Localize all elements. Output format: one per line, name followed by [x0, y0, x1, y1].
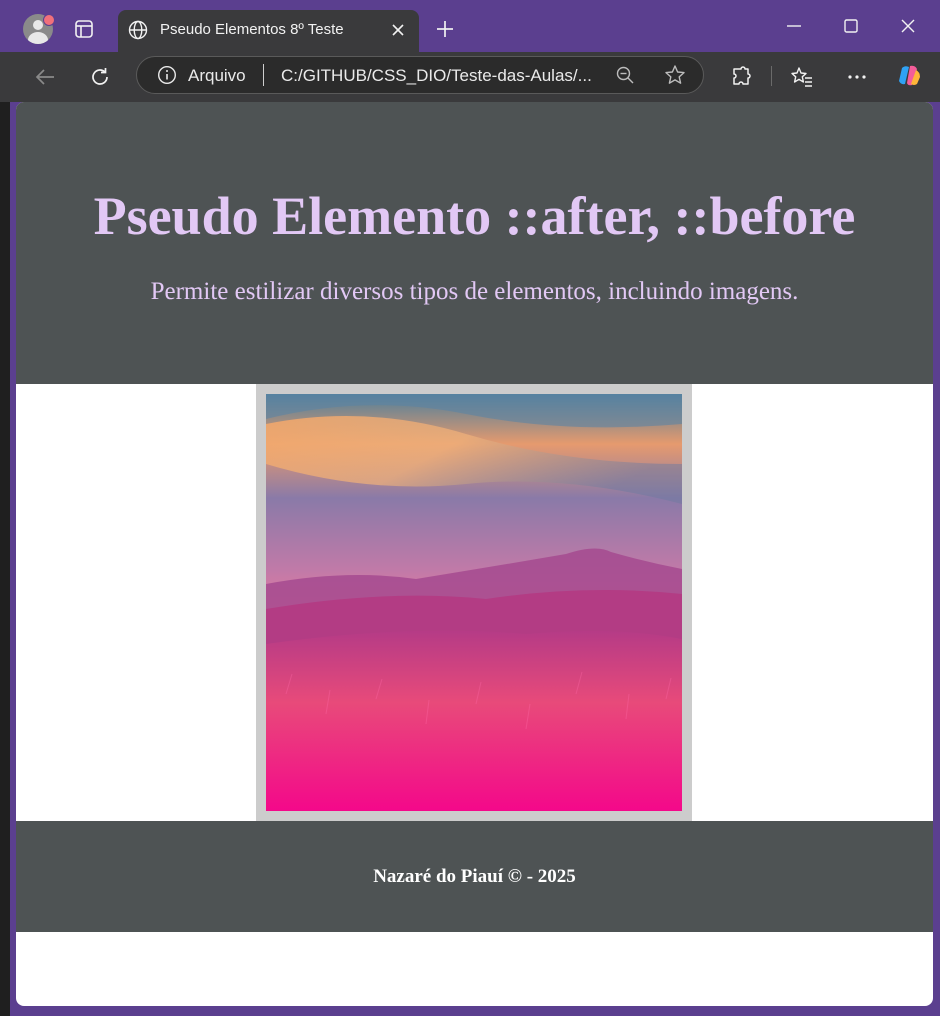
address-separator — [263, 64, 264, 86]
page-header: Pseudo Elemento ::after, ::before Permit… — [16, 102, 933, 384]
landscape-image — [266, 394, 682, 811]
more-options-icon[interactable] — [845, 65, 869, 89]
image-frame — [256, 384, 692, 821]
favorite-star-icon[interactable] — [664, 64, 686, 86]
notification-dot — [43, 14, 55, 26]
maximize-icon[interactable] — [839, 14, 863, 38]
globe-icon — [128, 20, 148, 40]
page-viewport: Pseudo Elemento ::after, ::before Permit… — [16, 102, 933, 1006]
minimize-icon[interactable] — [782, 14, 806, 38]
page-footer: Nazaré do Piauí © - 2025 — [16, 821, 933, 932]
close-tab-icon[interactable] — [390, 22, 406, 38]
browser-window: Pseudo Elementos 8º Teste Arquivo C:/GIT… — [0, 0, 940, 1016]
back-icon[interactable] — [33, 65, 57, 89]
extensions-icon[interactable] — [729, 65, 753, 89]
address-bar[interactable]: Arquivo C:/GITHUB/CSS_DIO/Teste-das-Aula… — [136, 56, 704, 94]
tab-active[interactable]: Pseudo Elementos 8º Teste — [118, 10, 419, 52]
refresh-icon[interactable] — [88, 65, 112, 89]
new-tab-icon[interactable] — [434, 18, 456, 40]
url-text[interactable]: C:/GITHUB/CSS_DIO/Teste-das-Aulas/... — [281, 66, 592, 86]
workspaces-icon[interactable] — [74, 19, 94, 39]
tab-title: Pseudo Elementos 8º Teste — [160, 21, 344, 38]
tab-bar: Pseudo Elementos 8º Teste — [0, 0, 940, 52]
footer-text: Nazaré do Piauí © - 2025 — [373, 866, 576, 887]
copilot-icon[interactable] — [896, 62, 924, 90]
favorites-icon[interactable] — [790, 65, 814, 89]
page-title: Pseudo Elemento ::after, ::before — [93, 186, 856, 246]
info-icon[interactable] — [157, 65, 177, 85]
page-subtitle: Permite estilizar diversos tipos de elem… — [150, 278, 799, 305]
zoom-out-icon[interactable] — [615, 65, 635, 85]
toolbar-divider — [771, 66, 772, 86]
address-label: Arquivo — [188, 66, 246, 85]
close-window-icon[interactable] — [896, 14, 920, 38]
browser-toolbar: Arquivo C:/GITHUB/CSS_DIO/Teste-das-Aula… — [0, 52, 940, 102]
window-left-edge — [0, 102, 10, 1016]
